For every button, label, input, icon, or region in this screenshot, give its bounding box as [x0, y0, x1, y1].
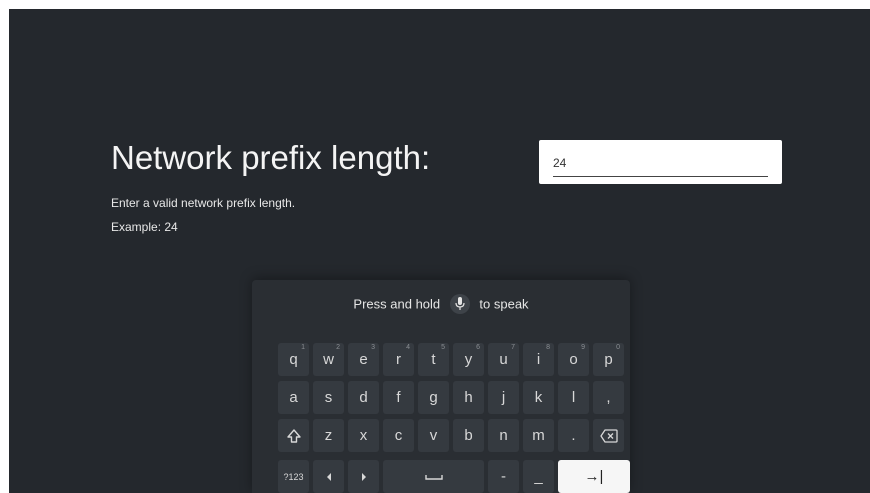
key-i[interactable]: i8 [523, 343, 554, 376]
key-a[interactable]: a [278, 381, 309, 414]
key-u[interactable]: u7 [488, 343, 519, 376]
key-s[interactable]: s [313, 381, 344, 414]
key-k[interactable]: k [523, 381, 554, 414]
input-underline [553, 176, 768, 177]
key-z[interactable]: z [313, 419, 344, 452]
voice-hint: Press and hold to speak [252, 294, 630, 314]
key-o[interactable]: o9 [558, 343, 589, 376]
prefix-length-input[interactable]: 24 [539, 140, 782, 184]
underscore-key[interactable]: _ [523, 460, 554, 493]
key-comma[interactable]: , [593, 381, 624, 414]
dash-key[interactable]: - [488, 460, 519, 493]
space-key[interactable] [383, 460, 484, 493]
enter-key[interactable]: →| [558, 460, 630, 493]
key-f[interactable]: f [383, 381, 414, 414]
key-d[interactable]: d [348, 381, 379, 414]
key-period[interactable]: . [558, 419, 589, 452]
caret-right-icon [361, 472, 366, 481]
shift-key[interactable] [278, 419, 309, 452]
cursor-right-key[interactable] [348, 460, 379, 493]
key-x[interactable]: x [348, 419, 379, 452]
key-m[interactable]: m [523, 419, 554, 452]
settings-screen: Network prefix length: Enter a valid net… [9, 9, 870, 493]
example-text: Example: 24 [111, 220, 178, 234]
cursor-left-key[interactable] [313, 460, 344, 493]
key-g[interactable]: g [418, 381, 449, 414]
space-icon [424, 474, 443, 480]
backspace-icon [599, 428, 618, 443]
caret-left-icon [326, 472, 331, 481]
page-title: Network prefix length: [111, 139, 431, 176]
symbols-key[interactable]: ?123 [278, 460, 309, 493]
voice-hint-suffix: to speak [479, 296, 529, 312]
prefix-length-value: 24 [553, 156, 567, 170]
key-r[interactable]: r4 [383, 343, 414, 376]
shift-icon [286, 428, 301, 443]
key-j[interactable]: j [488, 381, 519, 414]
key-t[interactable]: t5 [418, 343, 449, 376]
key-q[interactable]: q1 [278, 343, 309, 376]
key-h[interactable]: h [453, 381, 484, 414]
microphone-icon[interactable] [449, 294, 470, 314]
key-p[interactable]: p0 [593, 343, 624, 376]
key-l[interactable]: l [558, 381, 589, 414]
key-c[interactable]: c [383, 419, 414, 452]
page-description: Enter a valid network prefix length. [111, 196, 296, 210]
key-v[interactable]: v [418, 419, 449, 452]
key-n[interactable]: n [488, 419, 519, 452]
key-e[interactable]: e3 [348, 343, 379, 376]
backspace-key[interactable] [593, 419, 624, 452]
on-screen-keyboard: Press and hold to speak q1 w2 e3 r4 t5 y… [252, 280, 630, 493]
key-w[interactable]: w2 [313, 343, 344, 376]
voice-hint-prefix: Press and hold [353, 296, 441, 312]
key-b[interactable]: b [453, 419, 484, 452]
key-y[interactable]: y6 [453, 343, 484, 376]
